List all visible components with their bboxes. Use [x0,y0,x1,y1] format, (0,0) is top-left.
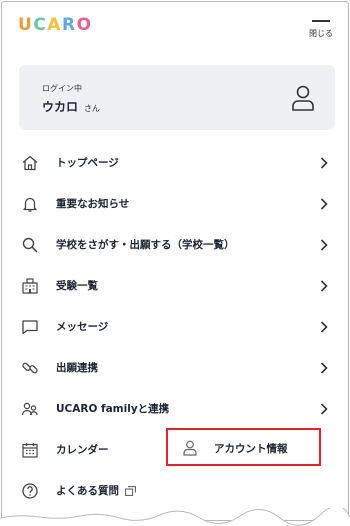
menu-item-top-page[interactable]: トップページ [2,142,348,183]
family-icon [21,402,38,416]
chevron-right-icon [320,321,328,333]
user-name: ウカロ さん [42,98,100,115]
logo-letter: O [76,15,92,35]
menu-item-label: よくある質問 [56,483,136,498]
avatar-icon [292,85,314,111]
calendar-icon [22,443,38,458]
menu-item-label: 学校をさがす・出願する（学校一覧） [56,239,235,251]
user-name-value: ウカロ [42,100,79,114]
menu-item-ucaro-family[interactable]: UCARO familyと連携 [2,388,348,429]
menu-item-application-link[interactable]: 出願連携 [2,347,348,388]
message-icon [22,320,38,335]
chevron-right-icon [320,280,328,292]
bell-icon [23,197,37,212]
close-label: 閉じる [309,28,333,38]
menu-item-search-schools[interactable]: 学校をさがす・出願する（学校一覧） [2,224,348,265]
menu-item-label: カレンダー [56,444,109,456]
close-icon [312,20,330,22]
menu-item-label: トップページ [56,157,119,169]
menu-item-exam-list[interactable]: 受験一覧 [2,265,348,306]
link-icon [22,362,38,374]
faq-label-text: よくある質問 [56,485,119,497]
account-info-button[interactable]: アカウント情報 [166,428,321,466]
menu-item-label: UCARO familyと連携 [56,403,170,415]
home-icon [22,155,38,171]
menu-item-label: 出願連携 [56,362,98,374]
menu-item-important-notices[interactable]: 重要なお知らせ [2,183,348,224]
chevron-right-icon [320,403,328,415]
logo-letter: C [33,15,47,35]
logo-letter: U [18,15,33,35]
chevron-right-icon [320,157,328,169]
user-name-suffix: さん [84,104,101,113]
search-icon [22,237,38,253]
external-link-icon [125,486,136,496]
chevron-right-icon [320,198,328,210]
menu-item-messages[interactable]: メッセージ [2,306,348,347]
logo-letter: A [47,15,61,35]
chevron-right-icon [320,362,328,374]
login-status-text: ログイン中 [42,84,82,93]
torn-edge-decoration [0,508,350,526]
logo-letter: R [61,15,76,35]
menu-item-label: メッセージ [56,321,109,333]
chevron-right-icon [320,239,328,251]
menu-item-label: 重要なお知らせ [56,198,130,210]
menu-item-label: 受験一覧 [56,280,98,292]
ucaro-logo[interactable]: U C A R O [18,15,92,35]
menu-item-faq[interactable]: よくある質問 [2,470,348,511]
close-button[interactable]: 閉じる [307,20,335,39]
drawer-menu: U C A R O 閉じる ログイン中 ウカロ さん トップページ 重要なお知ら… [1,1,349,521]
school-building-icon [22,278,38,294]
question-icon [22,483,38,499]
account-info-label: アカウント情報 [214,443,288,455]
person-icon [183,440,197,456]
login-status-card: ログイン中 ウカロ さん [19,65,335,130]
